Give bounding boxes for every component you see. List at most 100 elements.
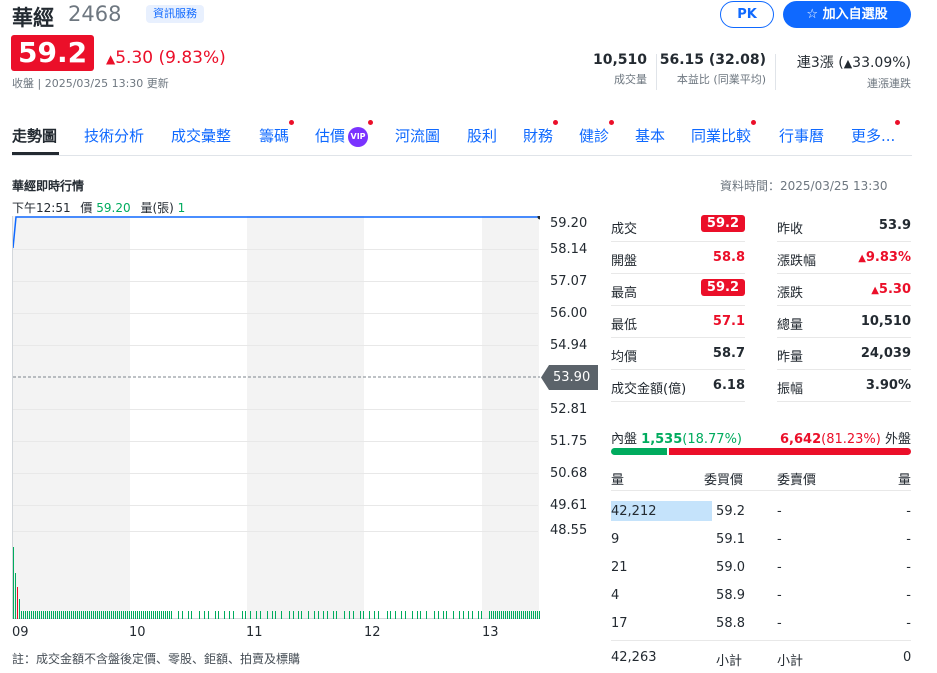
- notification-dot: [895, 120, 901, 125]
- volume-bar: [489, 611, 490, 619]
- outer-value: 6,642: [780, 432, 822, 447]
- volume-bar: [45, 611, 46, 619]
- y-tick: 49.61: [550, 498, 588, 513]
- y-tick: 59.20: [550, 216, 588, 231]
- volume-bar: [123, 611, 124, 619]
- ob-footer-bid-vol: 42,263: [611, 650, 657, 665]
- x-tick: 10: [129, 625, 146, 640]
- volume-bar: [323, 611, 324, 619]
- volume-bar: [157, 611, 158, 619]
- volume-bar: [57, 611, 58, 619]
- tab-chips[interactable]: 籌碼: [259, 120, 295, 146]
- volume-bar: [27, 611, 28, 619]
- tab-trades[interactable]: 成交彙整: [171, 125, 231, 146]
- volume-bar: [15, 573, 16, 619]
- tab-peers[interactable]: 同業比較: [691, 120, 757, 146]
- ob-bid-price: 58.9: [716, 588, 745, 603]
- tab-health[interactable]: 健診: [579, 120, 615, 146]
- ob-ask-price: -: [777, 616, 782, 631]
- tab-dividend[interactable]: 股利: [467, 125, 497, 146]
- tab-calendar[interactable]: 行事曆: [779, 125, 824, 146]
- tab-more[interactable]: 更多...: [851, 120, 901, 146]
- ob-ask-price: -: [777, 560, 782, 575]
- volume-bar: [41, 611, 42, 619]
- volume-bar: [453, 611, 454, 619]
- volume-bar: [507, 611, 508, 619]
- y-tick: 48.55: [550, 523, 588, 538]
- ob-ask-price: -: [777, 588, 782, 603]
- volume-bar: [161, 611, 162, 619]
- volume-bar: [129, 611, 130, 619]
- volume-bar: [229, 611, 230, 619]
- inner-label: 內盤: [611, 432, 638, 447]
- volume-bar: [199, 611, 200, 619]
- volume-bar: [478, 611, 479, 619]
- notification-dot: [553, 120, 559, 125]
- volume-bar: [218, 611, 219, 619]
- outer-volume: 6,642(81.23%) 外盤: [780, 428, 911, 447]
- tab-trend[interactable]: 走勢圖: [12, 125, 57, 146]
- volume-bar: [155, 611, 156, 619]
- info-vol-label: 量(張): [140, 201, 174, 215]
- volume-bar: [242, 611, 243, 619]
- volume-bar: [188, 611, 189, 619]
- volume-bar: [472, 611, 473, 619]
- volume-bar: [127, 611, 128, 619]
- industry-tag[interactable]: 資訊服務: [146, 5, 204, 23]
- volume-bar: [31, 611, 32, 619]
- tab-health-label: 健診: [579, 127, 610, 145]
- quote-value: 3.90%: [865, 378, 911, 393]
- reference-price-tag: 53.90: [541, 365, 599, 390]
- volume-bar: [63, 611, 64, 619]
- tab-chips-label: 籌碼: [259, 127, 290, 145]
- volume-bar: [167, 611, 168, 619]
- volume-bar: [81, 611, 82, 619]
- volume-bar: [23, 611, 24, 619]
- ob-header-bid-vol: 量: [611, 473, 625, 488]
- volume-bar: [85, 611, 86, 619]
- quote-row-left: 最高 59.2: [611, 274, 745, 306]
- volume-bar: [73, 611, 74, 619]
- volume-bar: [531, 611, 532, 619]
- vip-badge: VIP: [348, 126, 369, 147]
- pk-button[interactable]: PK: [720, 1, 774, 28]
- volume-bar: [412, 611, 413, 619]
- volume-bar: [503, 611, 504, 619]
- volume-bar: [147, 611, 148, 619]
- volume-bar: [333, 611, 334, 619]
- ob-bid-volume: 17: [611, 616, 628, 631]
- tab-valuation[interactable]: 估價 VIP: [315, 120, 374, 147]
- volume-bar: [250, 611, 251, 619]
- volume-bar: [443, 611, 444, 619]
- ob-footer-ask-vol: 0: [903, 650, 912, 665]
- volume-bar: [497, 611, 498, 619]
- tab-river[interactable]: 河流圖: [395, 125, 440, 146]
- tab-technical[interactable]: 技術分析: [84, 125, 144, 146]
- kpi-streak: 連3漲 (▲33.09%) 連漲連跌: [797, 52, 911, 91]
- quote-label: 成交金額(億): [611, 382, 687, 397]
- tab-finance[interactable]: 財務: [523, 120, 559, 146]
- ob-header-ask-price: 委賣價: [777, 473, 817, 488]
- quote-row-left: 成交金額(億) 6.18: [611, 370, 745, 402]
- add-watchlist-button[interactable]: ☆ 加入自選股: [783, 1, 911, 28]
- ob-ask-price: -: [777, 504, 782, 519]
- volume-bar: [499, 611, 500, 619]
- quote-value: 9.83%: [865, 250, 911, 265]
- volume-bar: [363, 611, 364, 619]
- intraday-chart[interactable]: [12, 216, 540, 619]
- quote-row-right: 漲跌 ▲5.30: [777, 274, 911, 306]
- volume-bar: [314, 611, 315, 619]
- volume-bar: [289, 611, 290, 619]
- volume-bar: [374, 611, 375, 619]
- volume-bar: [105, 611, 106, 619]
- quote-row-left: 開盤 58.8: [611, 242, 745, 274]
- tab-basic[interactable]: 基本: [635, 125, 665, 146]
- volume-bar: [281, 611, 282, 619]
- ob-footer-bid-label: 小計: [716, 654, 743, 669]
- volume-bar: [191, 611, 192, 619]
- volume-bar: [525, 611, 526, 619]
- volume-bar: [53, 611, 54, 619]
- outer-bar: [669, 448, 911, 455]
- x-tick: 12: [364, 625, 381, 640]
- volume-bar: [417, 611, 418, 619]
